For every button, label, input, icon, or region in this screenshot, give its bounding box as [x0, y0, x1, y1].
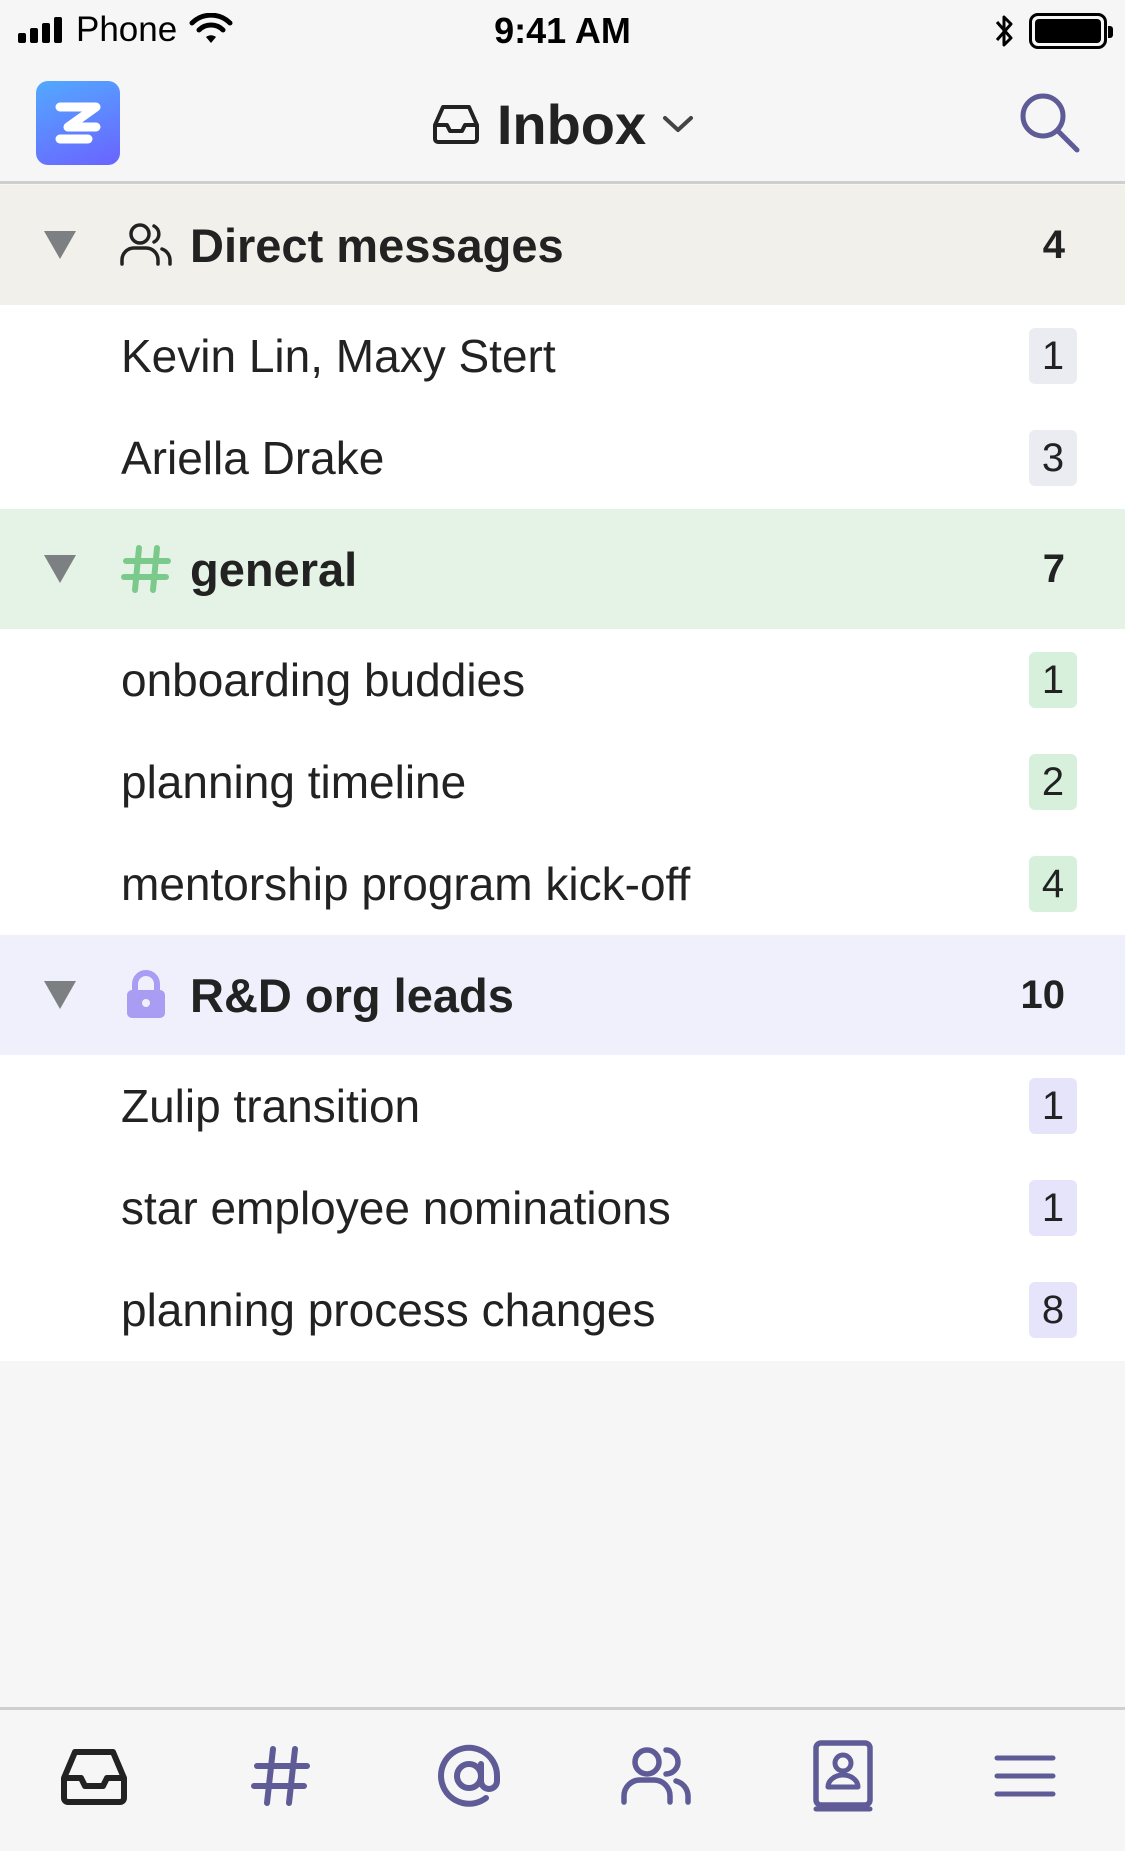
search-icon	[1020, 93, 1080, 153]
conversation-label: Kevin Lin, Maxy Stert	[121, 330, 556, 382]
direct-messages-header[interactable]: Direct messages 4	[0, 185, 1125, 305]
direct-messages-count: 4	[1042, 222, 1065, 267]
hash-icon	[118, 543, 174, 595]
collapse-caret-icon[interactable]	[44, 981, 76, 1009]
menu-icon	[994, 1755, 1056, 1797]
unread-count-badge: 1	[1029, 1078, 1077, 1134]
top-header: Inbox	[0, 62, 1125, 184]
list-item[interactable]: Kevin Lin, Maxy Stert 1	[0, 305, 1125, 407]
topic-label: planning process changes	[121, 1284, 656, 1336]
list-item[interactable]: mentorship program kick-off 4	[0, 833, 1125, 935]
unread-count-badge: 1	[1029, 652, 1077, 708]
unread-count-badge: 8	[1029, 1282, 1077, 1338]
list-item[interactable]: star employee nominations 1	[0, 1157, 1125, 1259]
nav-channels-tab[interactable]	[241, 1736, 321, 1816]
topic-label: mentorship program kick-off	[121, 858, 691, 910]
nav-direct-messages-tab[interactable]	[616, 1736, 696, 1816]
bluetooth-icon	[995, 15, 1013, 47]
view-switcher[interactable]: Inbox	[0, 82, 1125, 166]
inbox-icon	[61, 1749, 127, 1805]
nav-menu-tab[interactable]	[985, 1736, 1065, 1816]
unread-count-badge: 1	[1029, 1180, 1077, 1236]
users-icon	[118, 219, 174, 271]
topic-label: planning timeline	[121, 756, 467, 808]
channel-header-rd-org-leads[interactable]: R&D org leads 10	[0, 935, 1125, 1055]
list-item[interactable]: planning process changes 8	[0, 1259, 1125, 1361]
list-item[interactable]: Zulip transition 1	[0, 1055, 1125, 1157]
topic-label: star employee nominations	[121, 1182, 671, 1234]
bottom-nav	[0, 1707, 1125, 1851]
unread-count-badge: 4	[1029, 856, 1077, 912]
profile-icon	[813, 1740, 873, 1812]
unread-count-badge: 2	[1029, 754, 1077, 810]
search-button[interactable]	[1015, 88, 1083, 156]
unread-count-badge: 1	[1029, 328, 1077, 384]
collapse-caret-icon[interactable]	[44, 555, 76, 583]
conversation-label: Ariella Drake	[121, 432, 385, 484]
status-bar: Phone 9:41 AM	[0, 0, 1125, 62]
hash-icon	[251, 1746, 310, 1806]
topic-label: onboarding buddies	[121, 654, 526, 706]
lock-icon	[118, 969, 174, 1021]
inbox-icon	[432, 105, 479, 144]
channel-name: R&D org leads	[190, 968, 514, 1022]
status-time: 9:41 AM	[494, 10, 631, 51]
channel-unread-count: 10	[1020, 972, 1066, 1017]
list-item[interactable]: Ariella Drake 3	[0, 407, 1125, 509]
list-item[interactable]: planning timeline 2	[0, 731, 1125, 833]
users-icon	[621, 1747, 691, 1805]
list-item[interactable]: onboarding buddies 1	[0, 629, 1125, 731]
inbox-list: Direct messages 4 Kevin Lin, Maxy Stert …	[0, 185, 1125, 1361]
channel-name: general	[190, 542, 358, 596]
collapse-caret-icon[interactable]	[44, 231, 76, 259]
page-title: Inbox	[496, 92, 647, 156]
unread-count-badge: 3	[1029, 430, 1077, 486]
channel-header-general[interactable]: general 7	[0, 509, 1125, 629]
nav-profile-tab[interactable]	[803, 1736, 883, 1816]
nav-mentions-tab[interactable]	[429, 1736, 509, 1816]
topic-label: Zulip transition	[121, 1080, 421, 1132]
channel-unread-count: 7	[1042, 546, 1065, 591]
nav-inbox-tab[interactable]	[54, 1736, 134, 1816]
chevron-down-icon	[663, 116, 694, 132]
direct-messages-label: Direct messages	[190, 218, 564, 272]
at-sign-icon	[438, 1744, 501, 1807]
battery-icon	[1029, 13, 1113, 49]
